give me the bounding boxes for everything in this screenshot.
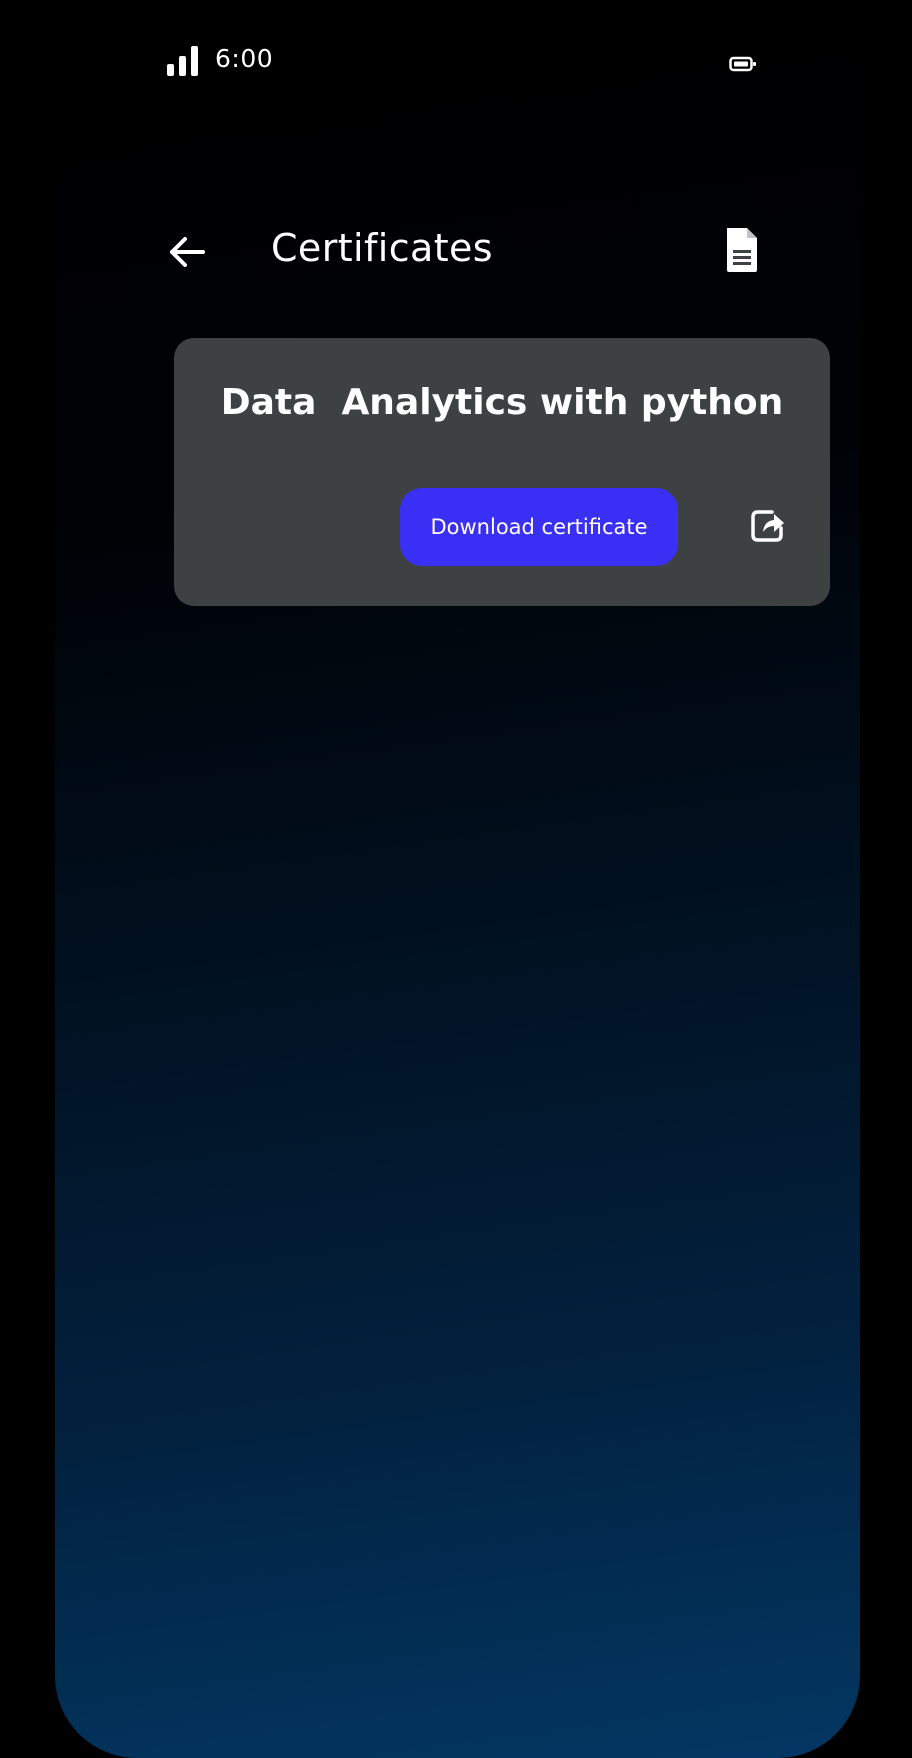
status-bar: 6:00 xyxy=(167,38,767,82)
arrow-left-icon[interactable] xyxy=(163,228,211,276)
battery-icon xyxy=(729,56,756,72)
page-header: Certificates xyxy=(163,218,763,288)
status-time: 6:00 xyxy=(215,44,274,73)
document-icon[interactable] xyxy=(723,226,761,274)
download-certificate-button[interactable]: Download certificate xyxy=(400,488,678,566)
signal-bars-icon xyxy=(167,46,201,76)
page-title: Certificates xyxy=(271,226,493,270)
device-frame: 6:00 Certificates Data Analytics with py… xyxy=(8,8,904,1758)
share-icon[interactable] xyxy=(750,508,786,542)
certificate-course-title: Data Analytics with python xyxy=(220,382,784,423)
certificate-card: Data Analytics with python Download cert… xyxy=(174,338,830,606)
phone-screen: 6:00 Certificates Data Analytics with py… xyxy=(55,8,860,1758)
